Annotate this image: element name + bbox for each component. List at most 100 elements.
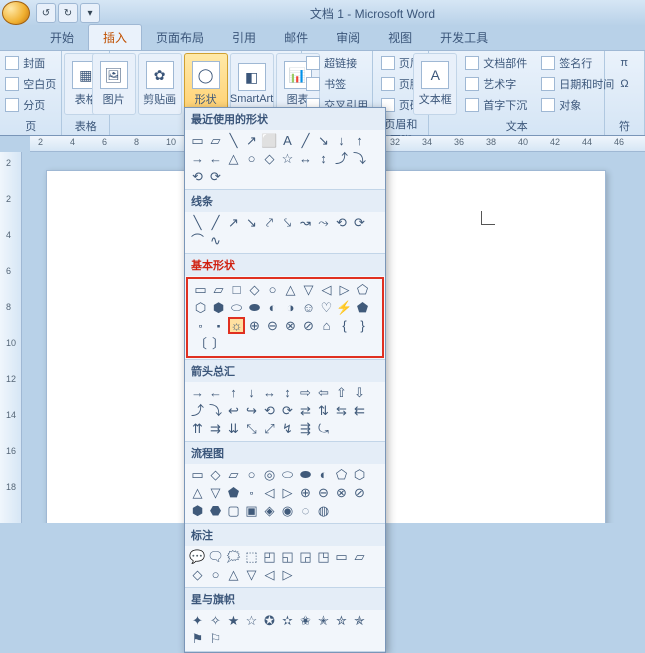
shape-option[interactable]: ⟳ bbox=[351, 214, 368, 231]
shape-option[interactable]: ⇆ bbox=[333, 402, 350, 419]
shape-option[interactable]: ◎ bbox=[261, 466, 278, 483]
shape-option[interactable]: → bbox=[189, 384, 206, 401]
shape-option[interactable]: ↔ bbox=[261, 384, 278, 401]
shape-option[interactable]: ✭ bbox=[315, 612, 332, 629]
shape-option[interactable]: ⤤ bbox=[261, 214, 278, 231]
shape-option[interactable]: △ bbox=[225, 150, 242, 167]
shape-option[interactable]: ▭ bbox=[189, 466, 206, 483]
shape-option[interactable]: ◁ bbox=[261, 566, 278, 583]
shape-option[interactable]: ⤵ bbox=[351, 150, 368, 167]
shape-option[interactable]: ◇ bbox=[261, 150, 278, 167]
shape-option[interactable]: ⤡ bbox=[243, 420, 260, 437]
shape-option[interactable]: ⟲ bbox=[261, 402, 278, 419]
shape-option[interactable]: ✪ bbox=[261, 612, 278, 629]
shape-option[interactable]: ▽ bbox=[243, 566, 260, 583]
shape-option[interactable]: ⊕ bbox=[246, 317, 263, 334]
shape-option[interactable]: ↗ bbox=[225, 214, 242, 231]
qat-redo-icon[interactable]: ↻ bbox=[58, 3, 78, 23]
bookmark-button[interactable]: 书签 bbox=[300, 74, 374, 94]
shape-option[interactable]: ◰ bbox=[261, 548, 278, 565]
shape-option[interactable]: ⇩ bbox=[351, 384, 368, 401]
shape-option[interactable]: ◉ bbox=[279, 502, 296, 519]
page-break-button[interactable]: 分页 bbox=[0, 95, 62, 115]
shape-option[interactable]: ▭ bbox=[192, 281, 209, 298]
shape-option[interactable]: ✫ bbox=[279, 612, 296, 629]
shape-option[interactable]: ✬ bbox=[297, 612, 314, 629]
shape-option[interactable]: ⊖ bbox=[264, 317, 281, 334]
shape-option[interactable]: ⇇ bbox=[351, 402, 368, 419]
shape-option[interactable]: ⇧ bbox=[333, 384, 350, 401]
shape-option[interactable]: ⤳ bbox=[315, 214, 332, 231]
shape-option[interactable]: 💬 bbox=[189, 548, 206, 565]
shape-option[interactable]: ◈ bbox=[261, 502, 278, 519]
shape-option[interactable]: ⟲ bbox=[333, 214, 350, 231]
shape-option[interactable]: ⊗ bbox=[282, 317, 299, 334]
shape-option[interactable]: ⤢ bbox=[261, 420, 278, 437]
blank-page-button[interactable]: 空白页 bbox=[0, 74, 62, 94]
shape-option[interactable]: ✦ bbox=[189, 612, 206, 629]
shape-option[interactable]: ⟲ bbox=[189, 168, 206, 185]
shape-option[interactable]: ⬠ bbox=[354, 281, 371, 298]
shape-option[interactable]: ⬠ bbox=[333, 466, 350, 483]
shape-option[interactable]: ▱ bbox=[207, 132, 224, 149]
shape-option[interactable]: ▱ bbox=[351, 548, 368, 565]
shape-option[interactable]: ⬟ bbox=[354, 299, 371, 316]
shape-option[interactable]: ◱ bbox=[279, 548, 296, 565]
shape-option[interactable]: ⬭ bbox=[228, 299, 245, 316]
tab-home[interactable]: 开始 bbox=[36, 25, 88, 50]
shape-option[interactable]: ↓ bbox=[333, 132, 350, 149]
shape-option[interactable]: ↗ bbox=[243, 132, 260, 149]
shape-option[interactable]: ✧ bbox=[207, 612, 224, 629]
shape-option[interactable]: ☼ bbox=[228, 317, 245, 334]
symbol-button[interactable]: Ω bbox=[614, 74, 634, 94]
shape-option[interactable]: ⬡ bbox=[192, 299, 209, 316]
shape-option[interactable]: ⇅ bbox=[315, 402, 332, 419]
clipart-button[interactable]: ✿剪贴画 bbox=[138, 53, 182, 115]
shape-option[interactable]: ◁ bbox=[318, 281, 335, 298]
shape-option[interactable]: ○ bbox=[243, 150, 260, 167]
shape-option[interactable]: ▢ bbox=[225, 502, 242, 519]
hyperlink-button[interactable]: 超链接 bbox=[300, 53, 374, 73]
shape-option[interactable]: ◳ bbox=[315, 548, 332, 565]
shape-option[interactable]: ◇ bbox=[189, 566, 206, 583]
shape-option[interactable]: 🗨 bbox=[207, 548, 224, 565]
shape-option[interactable]: ↩ bbox=[225, 402, 242, 419]
shape-option[interactable]: ↑ bbox=[225, 384, 242, 401]
shape-option[interactable]: ← bbox=[207, 150, 224, 167]
shape-option[interactable]: ↝ bbox=[297, 214, 314, 231]
textbox-button[interactable]: A文本框 bbox=[413, 53, 457, 115]
shape-option[interactable]: ⬭ bbox=[279, 466, 296, 483]
shape-option[interactable]: ⬬ bbox=[246, 299, 263, 316]
tab-insert[interactable]: 插入 bbox=[88, 24, 142, 50]
tab-references[interactable]: 引用 bbox=[218, 25, 270, 50]
shape-option[interactable]: ⊕ bbox=[297, 484, 314, 501]
shape-option[interactable]: ▷ bbox=[279, 484, 296, 501]
quickparts-button[interactable]: 文档部件 bbox=[459, 53, 533, 73]
shape-option[interactable]: ⊗ bbox=[333, 484, 350, 501]
shape-option[interactable]: ◌ bbox=[297, 502, 314, 519]
shape-option[interactable]: ↘ bbox=[315, 132, 332, 149]
shape-option[interactable]: → bbox=[189, 150, 206, 167]
shape-option[interactable]: ☆ bbox=[243, 612, 260, 629]
shape-option[interactable]: ⚡ bbox=[336, 299, 353, 316]
shape-option[interactable]: ★ bbox=[225, 612, 242, 629]
shape-option[interactable]: ⬢ bbox=[210, 299, 227, 316]
tab-view[interactable]: 视图 bbox=[374, 25, 426, 50]
shape-option[interactable]: ⊘ bbox=[351, 484, 368, 501]
shape-option[interactable]: ∿ bbox=[207, 232, 224, 249]
shape-option[interactable]: ↓ bbox=[243, 384, 260, 401]
shape-option[interactable]: ▭ bbox=[189, 132, 206, 149]
shape-option[interactable]: A bbox=[279, 132, 296, 149]
shape-option[interactable]: ↔ bbox=[297, 150, 314, 167]
shape-option[interactable]: ⬝ bbox=[210, 317, 227, 334]
shape-option[interactable]: ↑ bbox=[351, 132, 368, 149]
smartart-button[interactable]: ◧SmartArt bbox=[230, 53, 274, 115]
shape-option[interactable]: ⬣ bbox=[207, 502, 224, 519]
equation-button[interactable]: π bbox=[614, 53, 634, 73]
shape-option[interactable]: ╱ bbox=[207, 214, 224, 231]
shape-option[interactable]: ⬬ bbox=[297, 466, 314, 483]
shape-option[interactable]: ⬚ bbox=[243, 548, 260, 565]
shape-option[interactable]: ⤵ bbox=[207, 402, 224, 419]
shape-option[interactable]: ⟳ bbox=[279, 402, 296, 419]
cover-page-button[interactable]: 封面 bbox=[0, 53, 62, 73]
